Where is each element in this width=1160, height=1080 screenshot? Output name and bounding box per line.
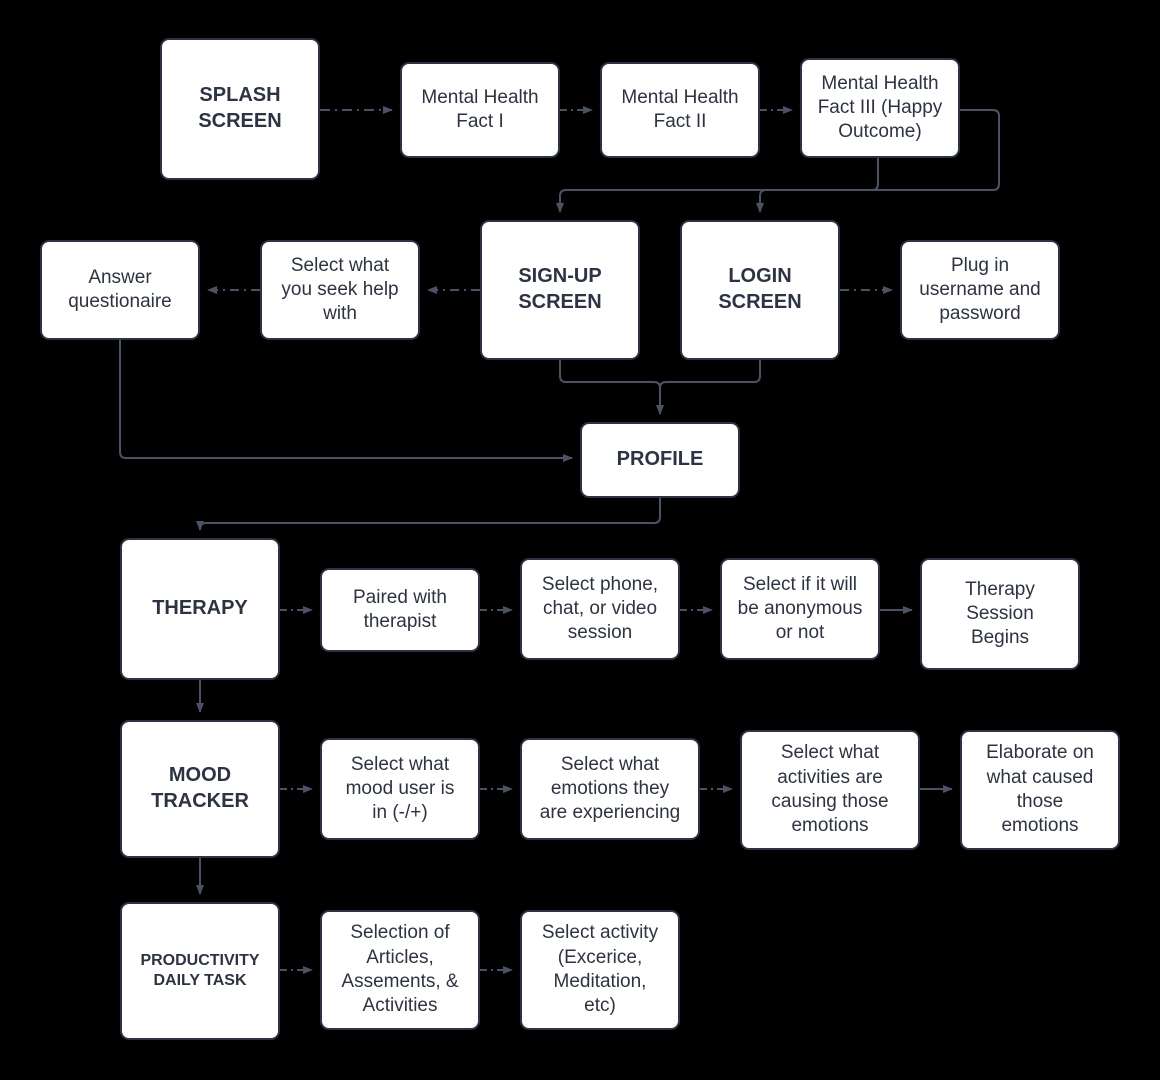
node-select-activity[interactable]: Select activity (Excerice, Meditation, e… [520, 910, 680, 1030]
node-plug-in-credentials[interactable]: Plug in username and password [900, 240, 1060, 340]
edge-signup-to-profile [559, 360, 664, 415]
edge-login-to-profile [656, 360, 761, 415]
node-select-emotions[interactable]: Select what emotions they are experienci… [520, 738, 700, 840]
node-select-anonymous[interactable]: Select if it will be anonymous or not [720, 558, 880, 660]
node-productivity-daily-task[interactable]: PRODUCTIVITY DAILY TASK [120, 902, 280, 1040]
node-profile[interactable]: PROFILE [580, 422, 740, 498]
node-signup-screen[interactable]: SIGN-UP SCREEN [480, 220, 640, 360]
node-selection-of-articles[interactable]: Selection of Articles, Assements, & Acti… [320, 910, 480, 1030]
flowchart-canvas: SPLASH SCREEN Mental Health Fact I Menta… [0, 0, 1160, 1080]
node-select-seek-help[interactable]: Select what you seek help with [260, 240, 420, 340]
node-splash-screen[interactable]: SPLASH SCREEN [160, 38, 320, 180]
node-mood-tracker[interactable]: MOOD TRACKER [120, 720, 280, 858]
node-mental-health-fact-2[interactable]: Mental Health Fact II [600, 62, 760, 158]
node-mental-health-fact-1[interactable]: Mental Health Fact I [400, 62, 560, 158]
node-elaborate-causes[interactable]: Elaborate on what caused those emotions [960, 730, 1120, 850]
node-therapy[interactable]: THERAPY [120, 538, 280, 680]
node-mental-health-fact-3[interactable]: Mental Health Fact III (Happy Outcome) [800, 58, 960, 158]
node-select-session-type[interactable]: Select phone, chat, or video session [520, 558, 680, 660]
edge-fact3-to-signup [556, 158, 879, 213]
node-paired-with-therapist[interactable]: Paired with therapist [320, 568, 480, 652]
node-login-screen[interactable]: LOGIN SCREEN [680, 220, 840, 360]
node-answer-questionaire[interactable]: Answer questionaire [40, 240, 200, 340]
node-select-activities[interactable]: Select what activities are causing those… [740, 730, 920, 850]
node-therapy-session-begins[interactable]: Therapy Session Begins [920, 558, 1080, 670]
node-select-mood-level[interactable]: Select what mood user is in (-/+) [320, 738, 480, 840]
edge-profile-to-therapy [196, 498, 661, 531]
